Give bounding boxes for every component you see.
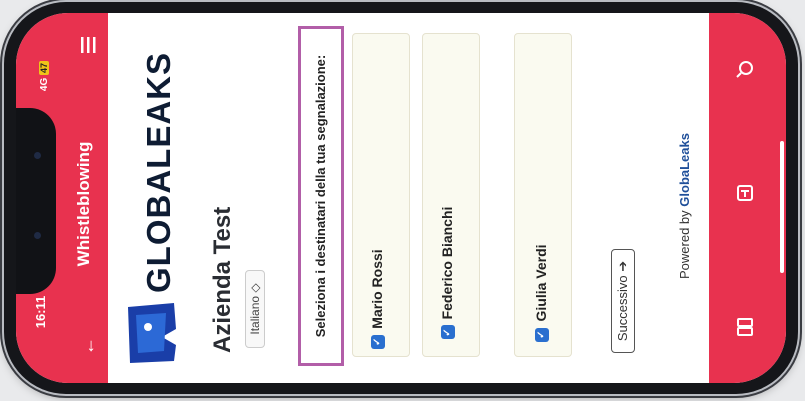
sensor-dot <box>34 232 41 239</box>
checkbox-icon[interactable]: ✓ <box>441 325 456 340</box>
recipient-1[interactable]: ✓ Mario Rossi <box>369 233 389 365</box>
arrow-right-icon: ➔ <box>615 260 630 272</box>
chevron-updown-icon: ◇ <box>248 283 262 293</box>
recipient-2[interactable]: ✓ Federico Bianchi <box>439 190 459 356</box>
recipient-name: Giulia Verdi <box>533 244 549 322</box>
network-label: 4G <box>39 77 50 92</box>
status-network: 4G 47 <box>39 48 53 104</box>
next-button[interactable]: Successivo ➔ <box>611 249 635 353</box>
language-select[interactable]: Italiano ◇ <box>245 270 265 348</box>
tabs-icon[interactable] <box>735 317 755 337</box>
recipient-3[interactable]: ✓ Giulia Verdi <box>533 228 553 358</box>
recipient-name: Federico Bianchi <box>439 206 455 320</box>
notch <box>16 108 56 294</box>
recipients-prompt: Seleziona i destinatari della tua segnal… <box>313 54 328 338</box>
page-title: Whistleblowing <box>74 141 93 267</box>
home-indicator <box>780 141 784 273</box>
logo-text: GLOBALEAKS <box>140 52 177 293</box>
footer-prefix: Powered by <box>677 210 692 279</box>
phone-frame: 16:11 4G 47 ← Whistleblowing GLOBALEAKS … <box>4 2 798 394</box>
logo-mark-icon <box>124 301 180 365</box>
browser-toolbar <box>709 13 786 383</box>
battery-badge: 47 <box>39 60 49 75</box>
recipient-name: Mario Rossi <box>369 249 385 329</box>
language-label: Italiano <box>248 295 262 335</box>
powered-by-footer: Powered by GlobaLeaks <box>677 121 695 291</box>
checkbox-icon[interactable]: ✓ <box>371 334 386 349</box>
company-name: Azienda Test <box>209 206 236 353</box>
camera-dot <box>34 152 41 159</box>
footer-brand-link[interactable]: GlobaLeaks <box>677 133 692 207</box>
screen: 16:11 4G 47 ← Whistleblowing GLOBALEAKS … <box>16 13 786 383</box>
back-arrow-icon[interactable]: ← <box>78 335 100 357</box>
checkbox-icon[interactable]: ✓ <box>535 327 550 342</box>
reader-mode-icon[interactable] <box>735 183 755 203</box>
next-label: Successivo <box>615 275 630 342</box>
search-icon[interactable] <box>735 59 755 79</box>
menu-icon[interactable] <box>79 37 97 53</box>
